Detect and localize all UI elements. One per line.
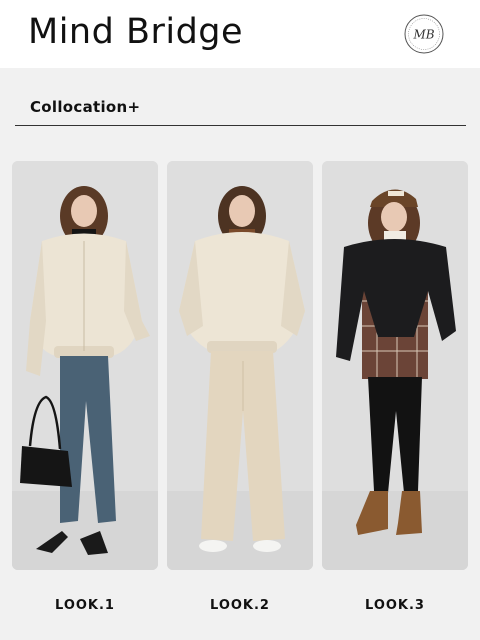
section-title: Collocation+ (30, 98, 141, 116)
svg-text:MB: MB (412, 28, 434, 42)
look-1-label: LOOK.1 (55, 598, 115, 613)
look-1-photo[interactable] (12, 161, 158, 570)
header-bar: Mind Bridge MB (0, 0, 480, 68)
look-3-photo[interactable] (322, 161, 468, 570)
brand-name: Mind Bridge (28, 12, 244, 52)
section-divider (15, 125, 466, 126)
look-2-photo[interactable] (167, 161, 313, 570)
brand-seal-icon: MB (404, 14, 444, 54)
look-2-label: LOOK.2 (210, 598, 270, 613)
look-3-label: LOOK.3 (365, 598, 425, 613)
